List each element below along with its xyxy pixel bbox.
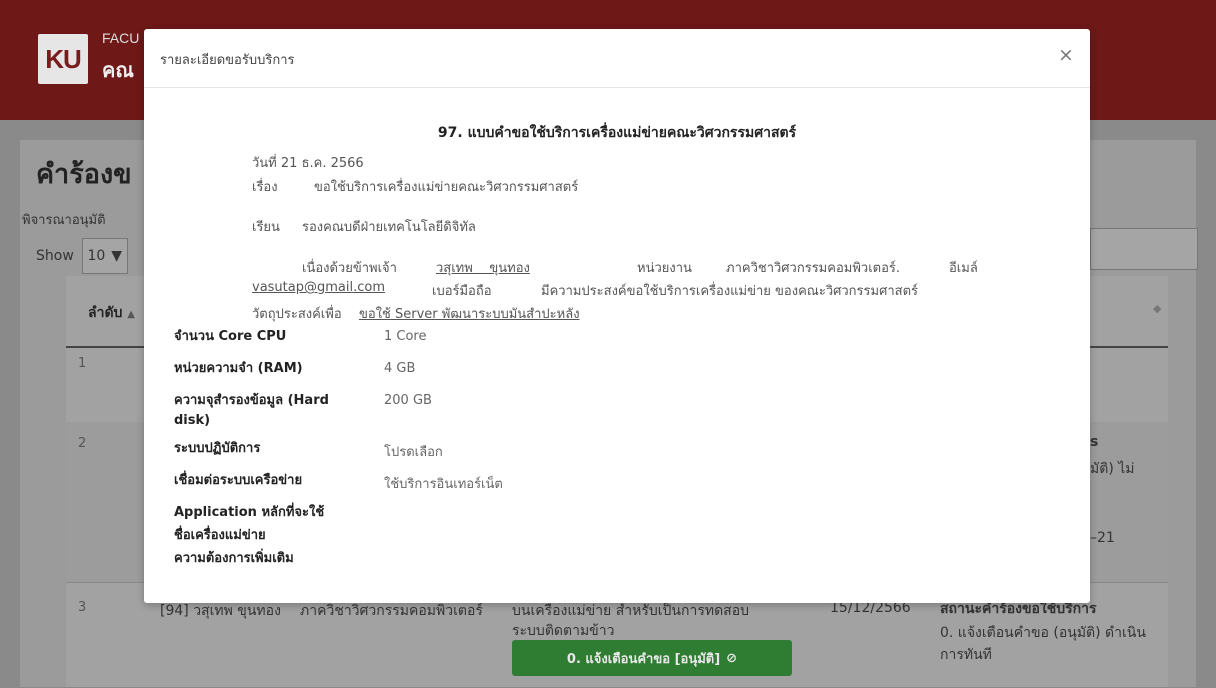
spec-label: ชื่อเครื่องแม่ข่าย (174, 528, 266, 543)
unit-value: ภาควิชาวิศวกรรมคอมพิวเตอร์. (726, 261, 900, 276)
faculty-name-en: FACU (102, 30, 140, 46)
notify-approve-button[interactable]: 0. แจ้งเตือนคำขอ [อนุมัติ] ⊘ (512, 640, 792, 676)
row-department: ภาควิชาวิศวกรรมคอมพิวเตอร์ (300, 603, 483, 619)
col-header-seq[interactable]: ลำดับ ▲ (88, 302, 135, 324)
notify-approve-label: 0. แจ้งเตือนคำขอ [อนุมัติ] (566, 651, 721, 667)
row-status-text: มัติ) ไม่ (1090, 461, 1135, 477)
subject-value: ขอใช้บริการเครื่องแม่ข่ายคณะวิศวกรรมศาสต… (314, 180, 579, 195)
row-detail-2: ระบบติดตามข้าว (512, 623, 615, 639)
requester-name: วสุเทพ ขุนทอง (436, 261, 530, 276)
check-circle-icon: ⊘ (726, 650, 738, 666)
spec-value: 4 GB (384, 361, 416, 376)
service-detail-modal: รายละเอียดขอรับบริการ × 97. แบบคำขอใช้บร… (144, 29, 1090, 603)
ku-logo[interactable]: KU (38, 34, 88, 84)
email-value: vasutap@gmail.com (252, 280, 385, 295)
spec-value: โปรดเลือก (384, 445, 443, 460)
row-status-title: s (1090, 434, 1099, 450)
spec-label: หน่วยความจำ (RAM) (174, 361, 303, 376)
row-number: 3 (78, 600, 87, 615)
close-icon[interactable]: × (1058, 46, 1074, 65)
entries-value: 10 (87, 248, 106, 264)
spec-label: ระบบปฏิบัติการ (174, 441, 261, 456)
unit-label: หน่วยงาน (637, 261, 692, 276)
modal-header: รายละเอียดขอรับบริการ × (144, 29, 1090, 88)
spec-label: ความจุสำรองข้อมูล (Hard disk) (174, 393, 329, 428)
search-input[interactable] (1090, 228, 1198, 270)
sort-asc-icon: ▲ (127, 309, 135, 320)
faculty-name-th: คณ (102, 58, 134, 82)
row-status-text-2: การทันที (940, 647, 992, 663)
row-number: 2 (78, 436, 87, 451)
phone-label: เบอร์มือถือ (432, 284, 492, 299)
row-detail: บนเครื่องแม่ข่าย สำหรับเป็นการทดสอบ (512, 603, 750, 619)
objective-value: ขอใช้ Server พัฒนาระบบมันสำปะหลัง (359, 307, 580, 322)
spec-value: 1 Core (384, 329, 427, 344)
request-date: วันที่ 21 ธ.ค. 2566 (252, 156, 364, 171)
row-date: –21 (1090, 530, 1115, 546)
row-requester: [94] วสุเทพ ขุนทอง (160, 603, 281, 619)
subject-label: เรื่อง (252, 180, 278, 195)
show-label: Show (36, 248, 74, 264)
spec-label: จำนวน Core CPU (174, 329, 287, 344)
modal-title: รายละเอียดขอรับบริการ (160, 53, 295, 68)
show-entries: Show 10 ▼ (36, 238, 128, 274)
logo-text: KU (45, 43, 82, 74)
spec-label: เชื่อมต่อระบบเครือข่าย (174, 473, 303, 488)
spec-value: 200 GB (384, 393, 432, 408)
row-number: 1 (78, 356, 87, 371)
email-label: อีเมล์ (949, 261, 978, 276)
entries-select[interactable]: 10 ▼ (81, 238, 128, 274)
objective-label: วัตถุประสงค์เพื่อ (252, 307, 342, 322)
to-value: รองคณบดีฝ่ายเทคโนโลยีดิจิทัล (302, 220, 476, 235)
intro-text: เนื่องด้วยข้าพเจ้า (302, 261, 397, 276)
page-title: คำร้องข (36, 159, 132, 190)
spec-value: ใช้บริการอินเทอร์เน็ต (384, 477, 503, 492)
row-status-text: 0. แจ้งเตือนคำขอ (อนุมัติ) ดำเนิน (940, 625, 1146, 641)
filter-label: พิจารณาอนุมัติ (22, 213, 106, 228)
form-title: 97. แบบคำขอใช้บริการเครื่องแม่ข่ายคณะวิศ… (437, 125, 797, 141)
spec-label: Application หลักที่จะใช้ (174, 505, 325, 520)
sort-icon[interactable]: ◆ (1153, 302, 1161, 315)
col-seq-label: ลำดับ (88, 305, 123, 321)
caret-down-icon: ▼ (111, 248, 123, 264)
spec-label: ความต้องการเพิ่มเติม (174, 551, 294, 566)
purpose-text: มีความประสงค์ขอใช้บริการเครื่องแม่ข่าย ข… (541, 284, 918, 299)
to-label: เรียน (252, 220, 280, 235)
